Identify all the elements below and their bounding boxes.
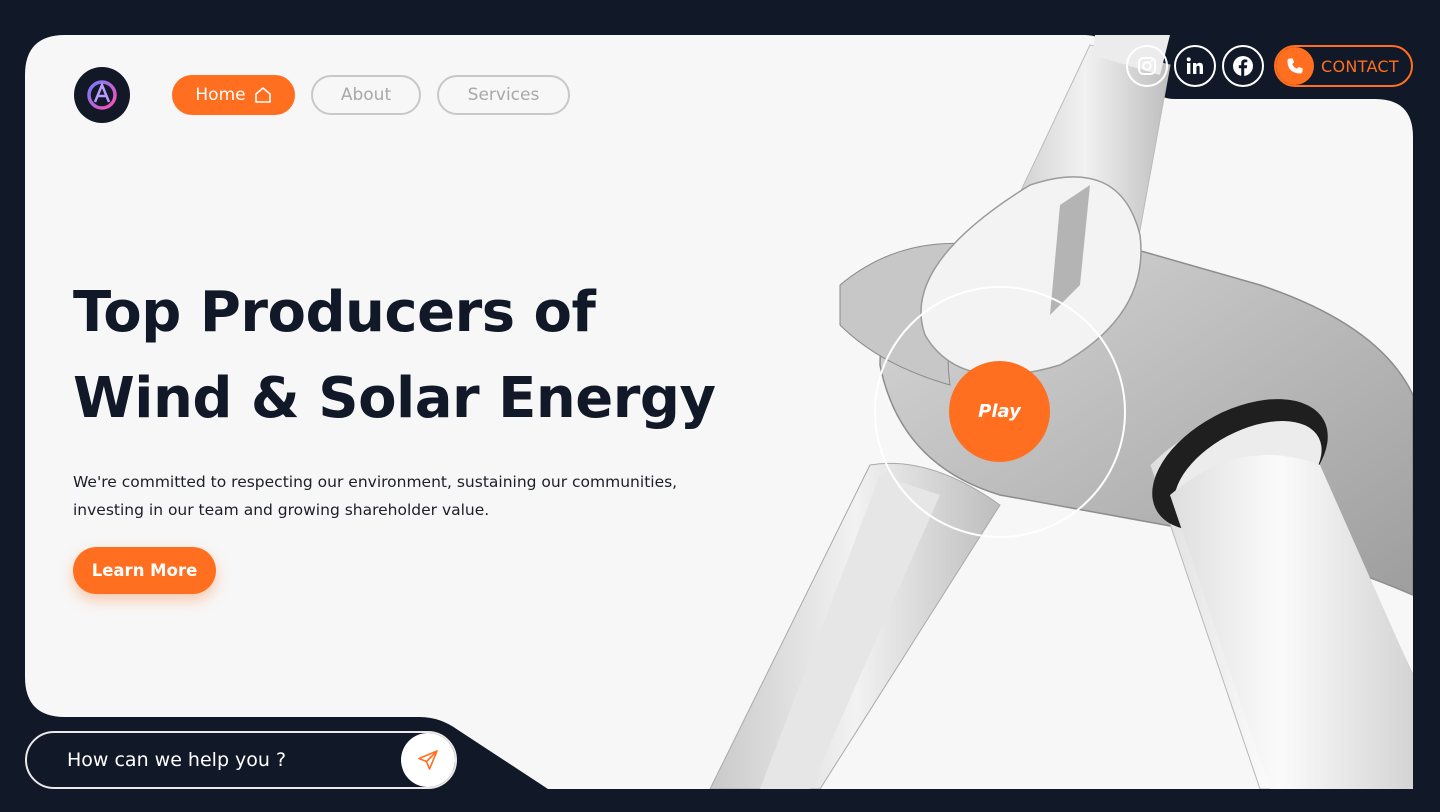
main-nav: Home About Services (172, 75, 570, 115)
linkedin-icon (1186, 57, 1203, 74)
nav-home-label: Home (195, 85, 246, 105)
hero-title-line-2: Wind & Solar Energy (73, 366, 716, 431)
contact-button[interactable]: CONTACT (1274, 45, 1413, 87)
send-icon (418, 750, 438, 770)
learn-more-button[interactable]: Learn More (73, 547, 216, 594)
nav-services-button[interactable]: Services (437, 75, 570, 115)
logo-a-icon (87, 80, 117, 110)
phone-icon (1287, 58, 1303, 74)
facebook-button[interactable] (1222, 45, 1264, 87)
play-button[interactable]: Play (949, 361, 1050, 462)
hero-description: We're committed to respecting our enviro… (73, 473, 678, 519)
hero-title: Top Producers of Wind & Solar Energy (73, 270, 716, 442)
nav-about-button[interactable]: About (311, 75, 421, 115)
send-button[interactable] (401, 733, 455, 787)
contact-phone-badge (1276, 47, 1314, 85)
home-icon (254, 87, 271, 103)
nav-home-button[interactable]: Home (172, 75, 295, 115)
nav-services-label: Services (467, 85, 540, 105)
help-placeholder: How can we help you ? (67, 749, 287, 771)
instagram-icon (1138, 57, 1156, 75)
brand-logo[interactable] (74, 67, 130, 123)
facebook-icon (1233, 56, 1253, 76)
contact-label: CONTACT (1321, 56, 1399, 76)
help-input[interactable]: How can we help you ? (25, 731, 457, 789)
instagram-button[interactable] (1126, 45, 1168, 87)
nav-about-label: About (340, 85, 392, 105)
linkedin-button[interactable] (1174, 45, 1216, 87)
hero-title-line-1: Top Producers of (73, 280, 596, 345)
